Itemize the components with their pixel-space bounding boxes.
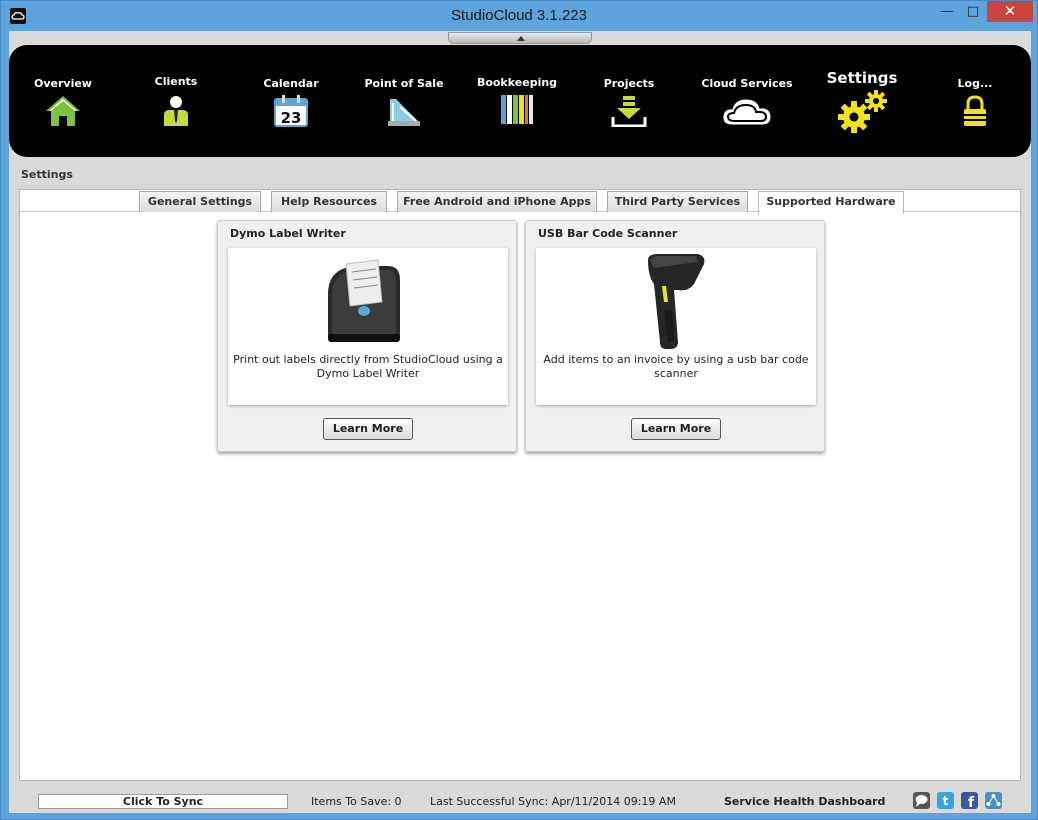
tab-help-resources[interactable]: Help Resources (271, 191, 387, 212)
barcode-scanner-image (648, 254, 705, 349)
nav-cloud-services[interactable]: Cloud Services (699, 45, 795, 157)
gears-icon (838, 90, 887, 133)
card-body: Print out labels directly from StudioClo… (228, 248, 508, 405)
close-button[interactable]: ✕ (987, 1, 1033, 22)
nav-logout-label: Log... (957, 77, 993, 90)
hardware-card-dymo: Dymo Label Writer Print out labels direc… (217, 220, 517, 452)
service-health-dashboard-link[interactable]: Service Health Dashboard (724, 795, 885, 808)
svg-text:f: f (968, 795, 975, 809)
calendar-icon: 23 (274, 95, 308, 127)
hardware-card-scanner: USB Bar Code Scanner Add items to an inv… (525, 220, 825, 452)
items-to-save: Items To Save: 0 (311, 795, 402, 808)
nav-overview-label: Overview (34, 77, 92, 90)
collapse-navbar-handle[interactable] (448, 32, 592, 44)
nav-calendar[interactable]: Calendar 23 (251, 45, 331, 157)
label-printer-image (328, 259, 400, 342)
download-tray-icon (611, 96, 647, 127)
nav-bookkeeping[interactable]: Bookkeeping (475, 45, 559, 157)
tab-free-apps[interactable]: Free Android and iPhone Apps (397, 191, 597, 212)
nav-projects-label: Projects (603, 77, 655, 90)
svg-text:t: t (943, 794, 949, 808)
nav-clients[interactable]: Clients (136, 45, 216, 157)
card-description: Print out labels directly from StudioClo… (233, 353, 503, 380)
home-icon (46, 96, 80, 126)
status-bar: Click To Sync Items To Save: 0 Last Succ… (9, 789, 1031, 813)
nav-projects[interactable]: Projects (589, 45, 669, 157)
calendar-day: 23 (281, 109, 302, 127)
app-window: StudioCloud 3.1.223 — □ ✕ Overview Clien… (0, 0, 1038, 820)
nav-calendar-label: Calendar (263, 77, 319, 90)
window-title: StudioCloud 3.1.223 (451, 7, 587, 24)
collapse-up-icon (517, 36, 525, 41)
client-person-icon (164, 96, 188, 126)
books-icon (501, 95, 533, 124)
card-title: Dymo Label Writer (230, 227, 346, 240)
point-of-sale-icon (388, 99, 420, 126)
card-title: USB Bar Code Scanner (538, 227, 678, 240)
twitter-icon[interactable]: t (937, 792, 954, 809)
learn-more-button[interactable]: Learn More (323, 418, 413, 440)
sync-button[interactable]: Click To Sync (38, 794, 288, 809)
minimize-button[interactable]: — (937, 1, 957, 22)
tab-third-party-services[interactable]: Third Party Services (607, 191, 748, 212)
tab-supported-hardware[interactable]: Supported Hardware (758, 191, 904, 214)
main-navbar: Overview Clients Calendar 23 Point of Sa… (9, 45, 1031, 157)
breadcrumb: Settings (21, 168, 73, 181)
network-icon[interactable] (985, 792, 1002, 809)
nav-pos-label: Point of Sale (364, 77, 444, 90)
nav-settings-label: Settings (826, 69, 898, 87)
card-body: Add items to an invoice by using a usb b… (536, 248, 816, 405)
facebook-icon[interactable]: f (961, 792, 978, 811)
tab-general-settings[interactable]: General Settings (139, 191, 261, 212)
nav-logout[interactable]: Log... (935, 45, 1015, 157)
card-description: Add items to an invoice by using a usb b… (543, 353, 809, 380)
nav-bookkeeping-label: Bookkeeping (476, 76, 558, 89)
chat-icon[interactable] (913, 792, 930, 809)
nav-overview[interactable]: Overview (23, 45, 103, 157)
nav-settings[interactable]: Settings (821, 45, 903, 157)
settings-panel: General Settings Help Resources Free And… (19, 189, 1021, 781)
lock-icon (964, 95, 986, 126)
title-bar[interactable]: StudioCloud 3.1.223 — □ ✕ (1, 1, 1037, 31)
app-client-area: Overview Clients Calendar 23 Point of Sa… (9, 31, 1031, 813)
nav-point-of-sale[interactable]: Point of Sale (361, 45, 447, 157)
nav-clients-label: Clients (154, 75, 198, 88)
learn-more-button[interactable]: Learn More (631, 418, 721, 440)
maximize-button[interactable]: □ (963, 1, 983, 22)
cloud-icon (723, 99, 771, 125)
nav-cloud-label: Cloud Services (701, 77, 793, 90)
last-sync-status: Last Successful Sync: Apr/11/2014 09:19 … (430, 795, 676, 808)
tab-strip: General Settings Help Resources Free And… (20, 190, 1020, 214)
